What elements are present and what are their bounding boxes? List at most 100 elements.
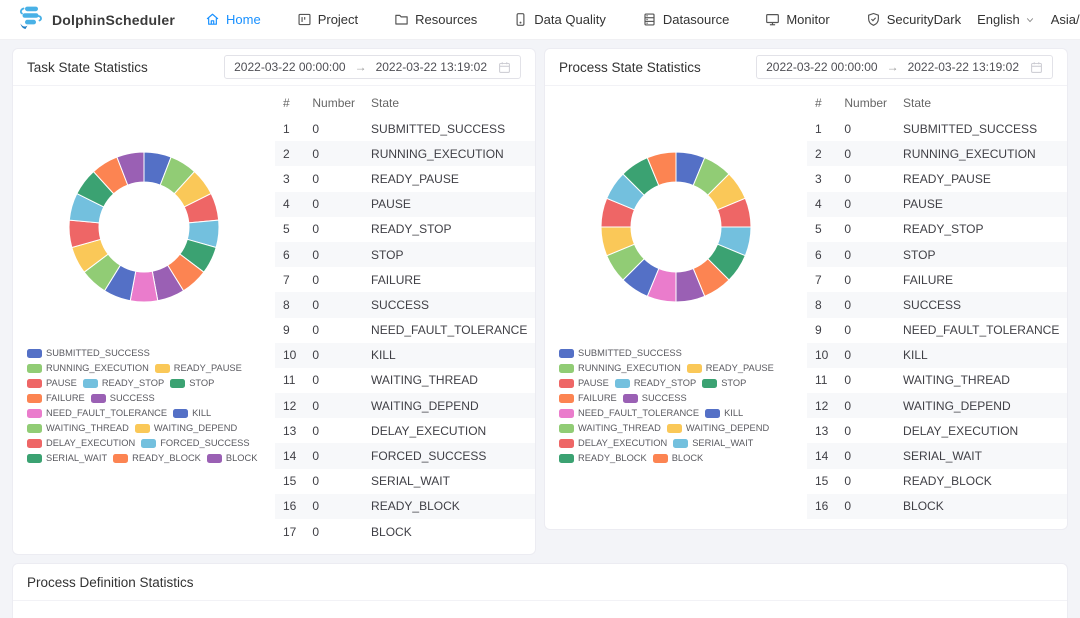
process-definition-bar-chart[interactable]: 100	[13, 601, 1067, 618]
date-start: 2022-03-22 00:00:00	[234, 60, 345, 74]
legend-item[interactable]: RUNNING_EXECUTION	[27, 363, 149, 373]
legend-swatch	[113, 454, 128, 463]
nav-item-datasource[interactable]: Datasource	[642, 12, 729, 27]
table-row: 30READY_PAUSE	[275, 166, 535, 191]
legend-item[interactable]: READY_PAUSE	[687, 363, 774, 373]
table-row: 70FAILURE	[807, 267, 1067, 292]
table-row: 130DELAY_EXECUTION	[275, 418, 535, 443]
brand[interactable]: DolphinScheduler	[18, 4, 175, 35]
legend-item[interactable]: KILL	[705, 408, 743, 418]
legend-item[interactable]: SERIAL_WAIT	[673, 438, 753, 448]
task-state-table: #NumberState 10SUBMITTED_SUCCESS20RUNNIN…	[275, 86, 536, 554]
legend-item[interactable]: READY_BLOCK	[559, 453, 647, 463]
timezone-select[interactable]: Asia/Shanghai	[1051, 12, 1080, 27]
legend-item[interactable]: DELAY_EXECUTION	[559, 438, 667, 448]
legend-item[interactable]: WAITING_DEPEND	[135, 423, 237, 433]
table-row: 130DELAY_EXECUTION	[807, 418, 1067, 443]
nav-item-label: Resources	[415, 12, 477, 27]
nav-item-data-quality[interactable]: Data Quality	[513, 12, 606, 27]
table-row: 90NEED_FAULT_TOLERANCE	[807, 318, 1067, 343]
process-state-legend: SUBMITTED_SUCCESS RUNNING_EXECUTION READY_…	[545, 310, 799, 477]
nav-item-monitor[interactable]: Monitor	[765, 12, 829, 27]
legend-item[interactable]: SERIAL_WAIT	[27, 453, 107, 463]
legend-item[interactable]: SUBMITTED_SUCCESS	[559, 348, 682, 358]
calendar-icon	[1030, 61, 1043, 74]
legend-swatch	[623, 394, 638, 403]
legend-item[interactable]: FAILURE	[559, 393, 617, 403]
task-state-donut-chart[interactable]	[61, 144, 227, 310]
table-row: 10SUBMITTED_SUCCESS	[275, 116, 535, 141]
date-end: 2022-03-22 13:19:02	[376, 60, 487, 74]
nav-item-resources[interactable]: Resources	[394, 12, 477, 27]
table-row: 50READY_STOP	[807, 217, 1067, 242]
legend-item[interactable]: RUNNING_EXECUTION	[559, 363, 681, 373]
legend-item[interactable]: PAUSE	[559, 378, 609, 388]
legend-item[interactable]: WAITING_THREAD	[559, 423, 661, 433]
project-icon	[297, 12, 312, 27]
table-row: 10SUBMITTED_SUCCESS	[807, 116, 1067, 141]
process-state-donut-chart[interactable]	[593, 144, 759, 310]
legend-item[interactable]: PAUSE	[27, 378, 77, 388]
legend-item[interactable]: WAITING_DEPEND	[667, 423, 769, 433]
legend-item[interactable]: STOP	[170, 378, 214, 388]
chevron-down-icon	[1025, 15, 1035, 25]
nav-item-label: Monitor	[786, 12, 829, 27]
legend-item[interactable]: FORCED_SUCCESS	[141, 438, 249, 448]
language-select[interactable]: English	[977, 12, 1035, 27]
legend-item[interactable]: BLOCK	[207, 453, 258, 463]
calendar-icon	[498, 61, 511, 74]
legend-swatch	[559, 394, 574, 403]
nav-item-label: Datasource	[663, 12, 729, 27]
data-quality-icon	[513, 12, 528, 27]
legend-item[interactable]: SUCCESS	[91, 393, 155, 403]
legend-item[interactable]: READY_STOP	[615, 378, 696, 388]
table-row: 120WAITING_DEPEND	[275, 393, 535, 418]
legend-item[interactable]: READY_BLOCK	[113, 453, 201, 463]
legend-swatch	[207, 454, 222, 463]
column-header: #	[275, 90, 304, 116]
table-row: 110WAITING_THREAD	[275, 368, 535, 393]
legend-swatch	[91, 394, 106, 403]
legend-item[interactable]: NEED_FAULT_TOLERANCE	[27, 408, 167, 418]
table-row: 40PAUSE	[275, 192, 535, 217]
legend-item[interactable]: SUCCESS	[623, 393, 687, 403]
legend-item[interactable]: READY_PAUSE	[155, 363, 242, 373]
legend-swatch	[615, 379, 630, 388]
table-row: 150SERIAL_WAIT	[275, 469, 535, 494]
legend-item[interactable]: WAITING_THREAD	[27, 423, 129, 433]
legend-item[interactable]: NEED_FAULT_TOLERANCE	[559, 408, 699, 418]
legend-item[interactable]: STOP	[702, 378, 746, 388]
monitor-icon	[765, 12, 780, 27]
nav-item-project[interactable]: Project	[297, 12, 358, 27]
legend-item[interactable]: KILL	[173, 408, 211, 418]
legend-swatch	[673, 439, 688, 448]
table-row: 50READY_STOP	[275, 217, 535, 242]
legend-item[interactable]: FAILURE	[27, 393, 85, 403]
task-date-range-picker[interactable]: 2022-03-22 00:00:00 → 2022-03-22 13:19:0…	[224, 55, 521, 79]
table-row: 70FAILURE	[275, 267, 535, 292]
legend-item[interactable]: SUBMITTED_SUCCESS	[27, 348, 150, 358]
nav-item-home[interactable]: Home	[205, 12, 261, 27]
table-row: 20RUNNING_EXECUTION	[275, 141, 535, 166]
legend-item[interactable]: BLOCK	[653, 453, 704, 463]
process-date-range-picker[interactable]: 2022-03-22 00:00:00 → 2022-03-22 13:19:0…	[756, 55, 1053, 79]
nav-item-security[interactable]: Security	[866, 12, 934, 27]
legend-item[interactable]: DELAY_EXECUTION	[27, 438, 135, 448]
process-state-table: #NumberState 10SUBMITTED_SUCCESS20RUNNIN…	[807, 86, 1068, 529]
column-header: Number	[836, 90, 895, 116]
home-icon	[205, 12, 220, 27]
column-header: Number	[304, 90, 363, 116]
task-state-title: Task State Statistics	[27, 60, 148, 75]
nav-item-label: Home	[226, 12, 261, 27]
legend-swatch	[170, 379, 185, 388]
legend-swatch	[559, 439, 574, 448]
legend-swatch	[27, 409, 42, 418]
theme-toggle[interactable]: Dark	[934, 12, 961, 27]
legend-swatch	[27, 424, 42, 433]
legend-swatch	[559, 454, 574, 463]
legend-swatch	[667, 424, 682, 433]
date-start: 2022-03-22 00:00:00	[766, 60, 877, 74]
legend-item[interactable]: READY_STOP	[83, 378, 164, 388]
nav-items: Home Project Resources Data Quality Datasour…	[205, 12, 934, 27]
arrow-right-icon: →	[355, 60, 367, 74]
